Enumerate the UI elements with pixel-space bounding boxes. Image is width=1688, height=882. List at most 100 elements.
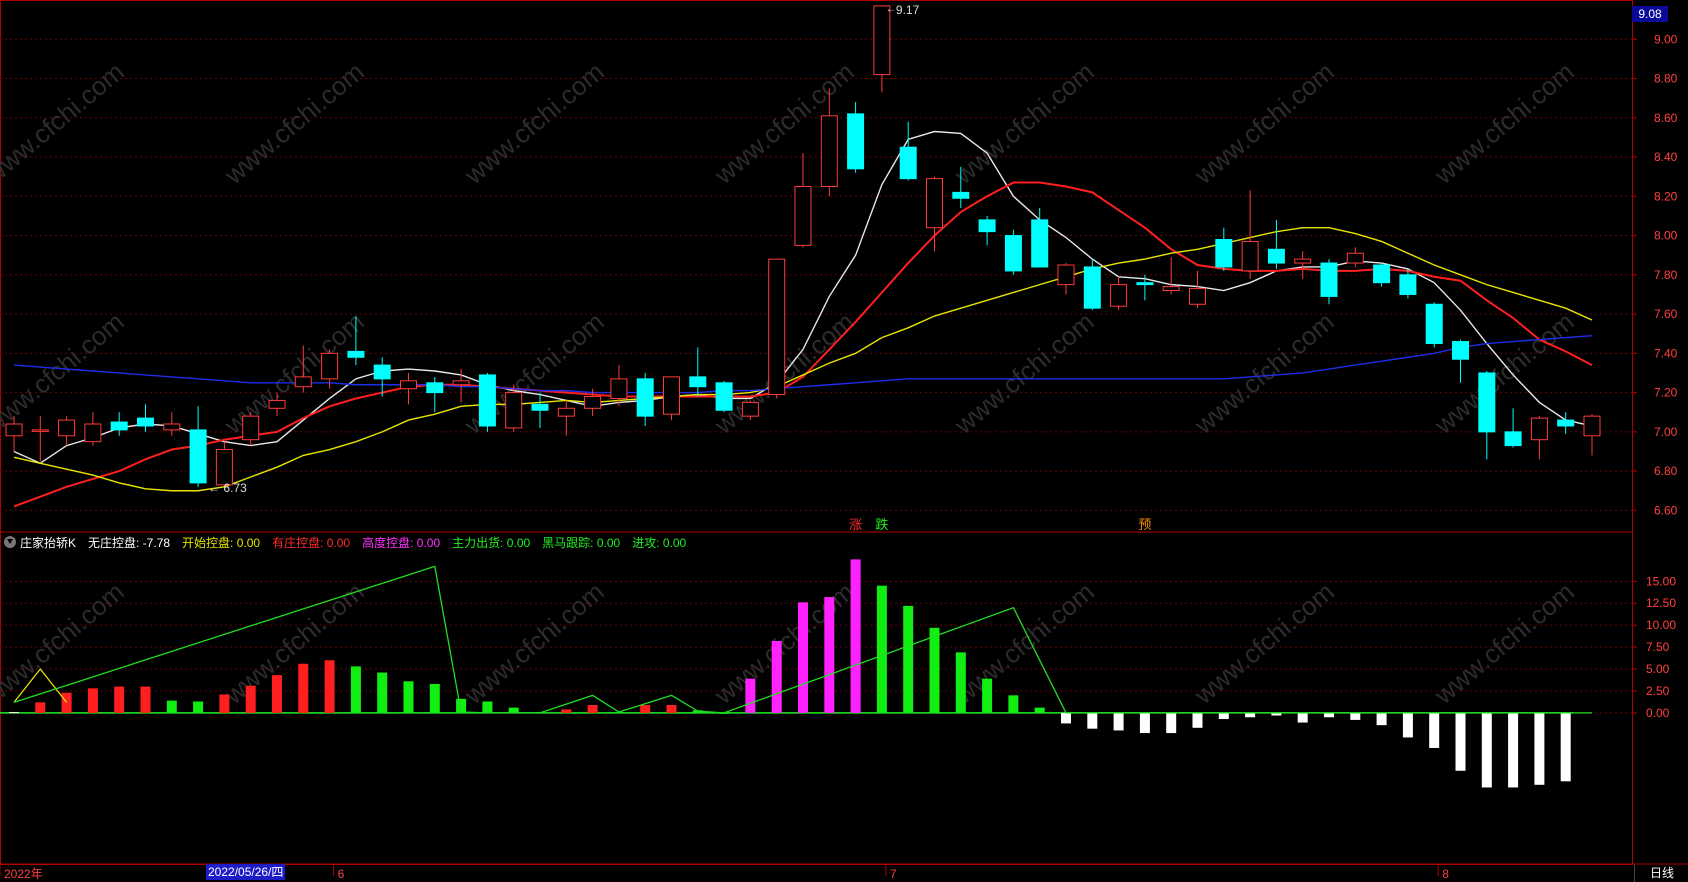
candle-body-up — [215, 449, 233, 486]
candle-body-down — [636, 378, 654, 417]
candle-body-down — [137, 417, 154, 427]
indicator-bar — [298, 663, 309, 713]
candle-body-up — [321, 352, 339, 380]
candle-body-up — [926, 178, 943, 229]
indicator-bar — [982, 678, 993, 713]
indicator-bar — [587, 704, 598, 713]
indicator-bar — [272, 675, 282, 713]
candle-body-up — [268, 399, 286, 409]
indicator-bar — [1560, 712, 1571, 782]
time-axis-label: 6 — [338, 867, 345, 881]
indicator-value-has: 有庄控盘: 0.00 — [272, 535, 351, 550]
last-price-flag: 9.08 — [1632, 6, 1668, 22]
indicator-tick-label: 10.00 — [1646, 618, 1676, 632]
indicator-bar — [245, 685, 256, 713]
indicator-bar — [1324, 712, 1334, 718]
candle-body-down — [1373, 264, 1391, 284]
indicator-bar — [1061, 712, 1071, 724]
time-axis-label: 8 — [1442, 867, 1449, 881]
watermark-text: www.cfchi.com — [1428, 56, 1580, 190]
indicator-bar — [1008, 695, 1019, 713]
price-tick-label: 8.40 — [1654, 150, 1678, 164]
max-price-arrow: ← — [886, 4, 896, 15]
price-tick-label: 7.00 — [1654, 425, 1678, 439]
indicator-bar — [482, 701, 493, 713]
indicator-value-start: 开始控盘: 0.00 — [182, 535, 261, 550]
watermark-text: www.cfchi.com — [1428, 576, 1580, 710]
watermark-text: www.cfchi.com — [458, 56, 610, 190]
indicator-bar — [87, 688, 98, 713]
indicator-bar — [745, 678, 756, 713]
candle-body-down — [978, 219, 996, 233]
indicator-bar — [1087, 712, 1098, 729]
candle-body-down — [110, 421, 128, 431]
indicator-bar — [350, 666, 361, 713]
candle-body-up — [1241, 240, 1259, 272]
indicator-bar — [1508, 712, 1519, 788]
indicator-bar — [929, 627, 940, 713]
candle-body-up — [794, 185, 812, 246]
indicator-settings-icon[interactable] — [4, 536, 16, 548]
candle-body-down — [1425, 303, 1443, 345]
candle-body-down — [1031, 219, 1049, 268]
indicator-bar — [9, 712, 19, 714]
candle-body-down — [426, 382, 444, 394]
signal-marker: 涨 — [849, 518, 862, 533]
candle-body-down — [1004, 235, 1022, 272]
indicator-bar — [140, 686, 151, 713]
candle-body-up — [741, 401, 759, 417]
stock-chart-window: { "chart_data": [ { "type": "candlestick… — [0, 0, 1688, 882]
indicator-tick-label: 2.50 — [1646, 684, 1670, 698]
indicator-bar — [955, 652, 966, 713]
watermark-text: www.cfchi.com — [0, 56, 130, 190]
indicator-bar — [1350, 712, 1361, 720]
indicator-bar — [1402, 712, 1413, 738]
indicator-bar — [114, 686, 125, 713]
indicator-bar — [1297, 712, 1308, 723]
indicator-bar — [429, 683, 440, 713]
candle-body-down — [899, 146, 917, 180]
candle-body-up — [1294, 258, 1312, 264]
indicator-value-attack: 进攻: 0.00 — [632, 535, 687, 550]
watermark-text: www.cfchi.com — [708, 576, 860, 710]
candle-body-down — [952, 191, 970, 199]
watermark-text: www.cfchi.com — [1188, 306, 1340, 440]
indicator-name[interactable]: 庄家抬轿K — [20, 534, 76, 551]
candle-body-down — [1267, 248, 1285, 264]
indicator-bar — [1034, 707, 1045, 713]
candle-body-down — [1215, 238, 1233, 268]
indicator-bar — [1455, 712, 1466, 771]
watermark-text: www.cfchi.com — [1428, 306, 1580, 440]
candle-body-up — [1162, 286, 1180, 292]
time-axis-label: 2022年 — [4, 867, 43, 881]
candle-body-down — [689, 376, 707, 388]
indicator-tick-label: 0.00 — [1646, 706, 1670, 720]
price-tick-label: 7.60 — [1654, 307, 1678, 321]
price-tick-label: 8.20 — [1654, 189, 1678, 203]
indicator-bar — [377, 672, 388, 713]
indicator-tick-label: 15.00 — [1646, 574, 1676, 588]
candle-body-up — [31, 429, 49, 432]
indicator-header: 庄家抬轿K 无庄控盘: -7.78 开始控盘: 0.00 有庄控盘: 0.00 … — [4, 533, 686, 551]
price-tick-label: 7.80 — [1654, 268, 1678, 282]
price-tick-label: 8.80 — [1654, 72, 1678, 86]
candle-body-up — [400, 380, 417, 390]
candle-body-up — [557, 407, 575, 417]
candle-body-down — [478, 374, 496, 427]
period-tab-daily[interactable]: 日线 — [1634, 864, 1688, 882]
watermark-text: www.cfchi.com — [458, 576, 610, 710]
candle-body-down — [1083, 266, 1101, 309]
candle-body-up — [1110, 284, 1128, 307]
indicator-bar — [219, 694, 230, 713]
indicator-bar — [1245, 712, 1256, 718]
indicator-bar — [193, 701, 204, 713]
candle-body-up — [1189, 288, 1206, 305]
indicator-bar — [166, 700, 177, 713]
watermark-text: www.cfchi.com — [218, 576, 370, 710]
candle-body-down — [189, 429, 207, 484]
candle-body-up — [663, 376, 680, 415]
watermark-text: www.cfchi.com — [1188, 56, 1340, 190]
indicator-bar — [1376, 712, 1387, 726]
candle-body-up — [1583, 415, 1601, 437]
candle-body-up — [768, 258, 786, 396]
